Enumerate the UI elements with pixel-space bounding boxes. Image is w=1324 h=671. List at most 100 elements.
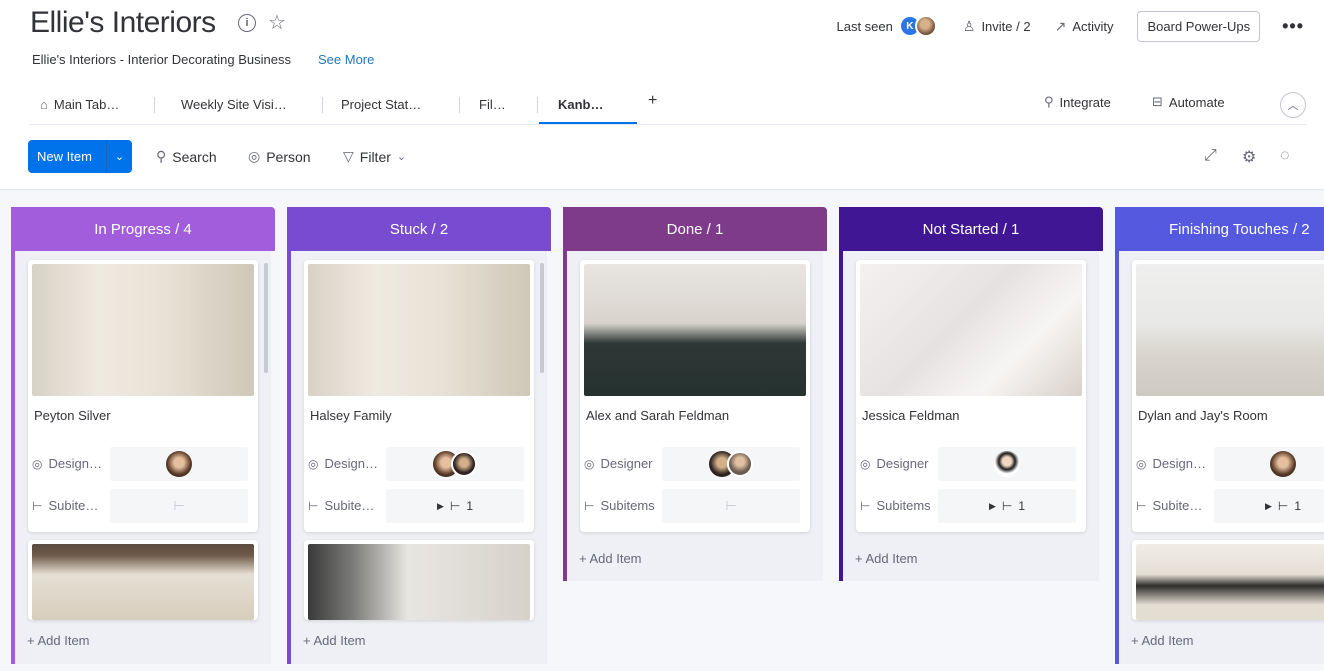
tab-label: Kanb… bbox=[558, 97, 604, 112]
caret-right-icon[interactable]: ▶ bbox=[437, 501, 444, 512]
kanban-card[interactable]: Halsey Family ◎ Design… ⊢ Subite… ▶ ⊢ 1 bbox=[304, 260, 534, 532]
subitems-icon: ⊢ bbox=[860, 498, 871, 513]
kanban-card[interactable] bbox=[1132, 540, 1324, 620]
designer-value[interactable] bbox=[938, 447, 1076, 481]
add-item-button[interactable]: + Add Item bbox=[1131, 633, 1194, 648]
title-icons: i ☆ bbox=[238, 13, 286, 33]
activity-label: Activity bbox=[1072, 18, 1114, 34]
column-scrollbar[interactable] bbox=[540, 263, 544, 373]
kanban-card[interactable] bbox=[28, 540, 258, 620]
designer-label: ◎ Design… bbox=[1136, 456, 1206, 471]
column-header[interactable]: Stuck / 2 bbox=[287, 207, 551, 251]
add-item-button[interactable]: + Add Item bbox=[303, 633, 366, 648]
tab-files[interactable]: Fil… bbox=[479, 94, 506, 115]
subitems-value[interactable]: ⊢ bbox=[110, 489, 248, 523]
field-label-text: Designer bbox=[876, 456, 929, 471]
see-more-link[interactable]: See More bbox=[318, 52, 374, 67]
subitems-icon: ⊢ bbox=[584, 498, 595, 513]
invite-label: Invite / 2 bbox=[981, 18, 1031, 34]
column-header[interactable]: Finishing Touches / 2 bbox=[1115, 207, 1324, 251]
board-description: Ellie's Interiors - Interior Decorating … bbox=[32, 52, 291, 67]
kanban-card[interactable] bbox=[304, 540, 534, 620]
tab-weekly-site-visits[interactable]: Weekly Site Visi… bbox=[181, 94, 287, 115]
designer-field: ◎ Designer bbox=[580, 447, 810, 481]
kanban-card[interactable]: Dylan and Jay's Room ◎ Design… ⊢ Subite… ▶… bbox=[1132, 260, 1324, 532]
column-header[interactable]: In Progress / 4 bbox=[11, 207, 275, 251]
automate-button[interactable]: ⊟ Automate bbox=[1152, 94, 1225, 110]
person-circle-icon: ◎ bbox=[248, 148, 261, 164]
column-header[interactable]: Done / 1 bbox=[563, 207, 827, 251]
designer-field: ◎ Design… bbox=[304, 447, 534, 481]
tab-project-status[interactable]: Project Stat… bbox=[341, 94, 421, 115]
designer-field: ◎ Design… bbox=[28, 447, 258, 481]
designer-value[interactable] bbox=[1214, 447, 1324, 481]
card-image bbox=[32, 544, 254, 620]
new-item-button[interactable]: New Item ⌄ bbox=[28, 140, 132, 173]
tab-label: Weekly Site Visi… bbox=[181, 97, 287, 112]
designer-label: ◎ Design… bbox=[32, 456, 102, 471]
info-icon[interactable]: i bbox=[238, 14, 256, 32]
last-seen-label: Last seen bbox=[836, 18, 893, 34]
tab-main-table[interactable]: ⌂ Main Tab… bbox=[40, 94, 119, 115]
caret-right-icon[interactable]: ▶ bbox=[1265, 501, 1272, 512]
column-scrollbar[interactable] bbox=[264, 263, 268, 373]
subitems-field: ⊢ Subite… ▶ ⊢ 1 bbox=[1132, 489, 1324, 523]
chat-icon[interactable]: ◌ bbox=[1280, 147, 1290, 165]
person-circle-icon: ◎ bbox=[1136, 456, 1147, 471]
board-toolbar: New Item ⌄ ⚲ Search ◎ Person ▽ Filter ⌄ … bbox=[28, 140, 1308, 173]
add-item-button[interactable]: + Add Item bbox=[855, 551, 918, 566]
kanban-card[interactable]: Alex and Sarah Feldman ◎ Designer ⊢ Subite… bbox=[580, 260, 810, 532]
caret-right-icon[interactable]: ▶ bbox=[989, 501, 996, 512]
subitems-icon: ⊢ bbox=[1001, 499, 1013, 513]
integrate-label: Integrate bbox=[1059, 94, 1111, 110]
field-label-text: Subite… bbox=[48, 498, 99, 513]
fullscreen-icon[interactable]: ⤢ bbox=[1204, 147, 1217, 165]
designer-value[interactable] bbox=[110, 447, 248, 481]
integrate-button[interactable]: ⚲ Integrate bbox=[1044, 94, 1111, 110]
avatar bbox=[166, 451, 192, 477]
subitems-value[interactable]: ▶ ⊢ 1 bbox=[938, 489, 1076, 523]
subitems-value[interactable]: ▶ ⊢ 1 bbox=[386, 489, 524, 523]
card-title[interactable]: Alex and Sarah Feldman bbox=[586, 408, 729, 423]
card-title[interactable]: Jessica Feldman bbox=[862, 408, 960, 423]
invite-button[interactable]: ♙ Invite / 2 bbox=[963, 18, 1031, 35]
filter-button[interactable]: ▽ Filter ⌄ bbox=[343, 148, 406, 165]
kanban-card[interactable]: Peyton Silver ◎ Design… ⊢ Subite… ⊢ bbox=[28, 260, 258, 532]
subitems-field: ⊢ Subitems ▶ ⊢ 1 bbox=[856, 489, 1086, 523]
gear-icon[interactable]: ⚙ bbox=[1242, 147, 1256, 167]
subitems-icon: ⊢ bbox=[308, 498, 319, 513]
card-title[interactable]: Dylan and Jay's Room bbox=[1138, 408, 1268, 423]
add-item-button[interactable]: + Add Item bbox=[579, 551, 642, 566]
kanban-card[interactable]: Jessica Feldman ◎ Designer ⊢ Subitems ▶ ⊢ 1 bbox=[856, 260, 1086, 532]
person-filter-button[interactable]: ◎ Person bbox=[248, 148, 311, 165]
add-item-button[interactable]: + Add Item bbox=[27, 633, 90, 648]
avatar bbox=[1270, 451, 1296, 477]
star-icon[interactable]: ☆ bbox=[268, 13, 286, 33]
more-options-icon[interactable]: ••• bbox=[1282, 16, 1304, 37]
board-power-ups-button[interactable]: Board Power-Ups bbox=[1137, 10, 1261, 42]
card-title[interactable]: Halsey Family bbox=[310, 408, 392, 423]
collapse-header-button[interactable]: ︿ bbox=[1280, 92, 1306, 118]
activity-button[interactable]: ↗ Activity bbox=[1055, 18, 1114, 35]
subitems-value[interactable]: ▶ ⊢ 1 bbox=[1214, 489, 1324, 523]
last-seen-avatars[interactable]: K bbox=[898, 15, 937, 37]
tab-kanban[interactable]: Kanb… bbox=[558, 94, 604, 115]
subitems-label: ⊢ Subite… bbox=[1136, 498, 1202, 513]
add-view-button[interactable]: + bbox=[648, 92, 657, 110]
tab-divider bbox=[459, 97, 460, 113]
search-button[interactable]: ⚲ Search bbox=[156, 148, 217, 165]
designer-value[interactable] bbox=[662, 447, 800, 481]
chevron-down-icon[interactable]: ⌄ bbox=[107, 150, 132, 163]
subitems-value[interactable]: ⊢ bbox=[662, 489, 800, 523]
card-image bbox=[32, 264, 254, 396]
board-title[interactable]: Ellie's Interiors bbox=[30, 6, 216, 40]
card-image bbox=[1136, 264, 1324, 396]
column-header[interactable]: Not Started / 1 bbox=[839, 207, 1103, 251]
field-label-text: Design… bbox=[1152, 456, 1206, 471]
subitems-icon: ⊢ bbox=[173, 498, 185, 513]
card-image bbox=[308, 544, 530, 620]
designer-value[interactable] bbox=[386, 447, 524, 481]
avatar bbox=[451, 451, 477, 477]
field-label-text: Subite… bbox=[1152, 498, 1203, 513]
card-title[interactable]: Peyton Silver bbox=[34, 408, 111, 423]
